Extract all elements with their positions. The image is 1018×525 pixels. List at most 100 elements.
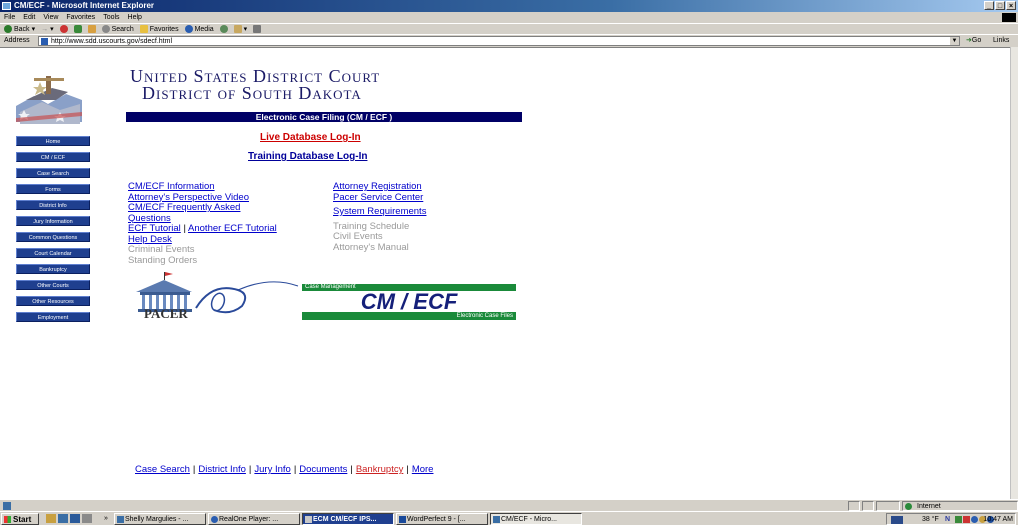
address-input[interactable]: http://www.sdd.uscourts.gov/sdecf.html ▼ (38, 36, 960, 46)
back-label: Back (14, 25, 30, 33)
task-label: ECM CM/ECF IPS... (313, 516, 377, 523)
pacer-logo[interactable]: PACER (130, 272, 300, 320)
sidebar-item-court-calendar[interactable]: Court Calendar (16, 248, 90, 258)
footer-more-link[interactable]: More (412, 464, 434, 475)
civil-events-text: Civil Events (333, 231, 383, 242)
forward-button[interactable]: → ▾ (41, 24, 54, 34)
favorites-button[interactable]: Favorites (139, 24, 179, 34)
mail-dropdown-icon[interactable]: ▾ (244, 24, 248, 35)
quicklaunch-overflow-icon[interactable]: » (104, 512, 108, 525)
minimize-button[interactable]: _ (984, 1, 994, 10)
sidebar-item-employment[interactable]: Employment (16, 312, 90, 322)
task-realone-icon (211, 516, 218, 523)
back-dropdown-icon[interactable]: ▾ (32, 24, 36, 35)
go-button[interactable]: ➜Go (966, 35, 981, 47)
mail-button[interactable]: ▾ (233, 24, 248, 35)
faq-link[interactable]: CM/ECF Frequently Asked Questions (128, 202, 277, 224)
menu-favorites[interactable]: Favorites (66, 12, 95, 23)
sidebar-item-forms[interactable]: Forms (16, 184, 90, 194)
window-title-bar[interactable]: CM/ECF - Microsoft Internet Explorer _ □… (0, 0, 1018, 12)
footer-jury-info-link[interactable]: Jury Info (254, 464, 290, 475)
refresh-icon (73, 25, 82, 33)
status-segment (862, 501, 874, 511)
task-ie-icon (493, 516, 500, 523)
quicklaunch-app-icon[interactable] (82, 514, 92, 523)
maximize-button[interactable]: □ (995, 1, 1005, 10)
tray-clock[interactable]: 10:47 AM (983, 514, 1013, 525)
live-database-login-link[interactable]: Live Database Log-In (260, 132, 361, 143)
start-button[interactable]: Start (1, 513, 39, 525)
menu-view[interactable]: View (43, 12, 58, 23)
sidebar-item-district-info[interactable]: District Info (16, 200, 90, 210)
forward-dropdown-icon[interactable]: ▾ (50, 24, 54, 35)
tray-check-icon[interactable] (955, 516, 962, 523)
media-button[interactable]: Media (184, 24, 214, 34)
sidebar-item-bankruptcy[interactable]: Bankruptcy (16, 264, 90, 274)
quicklaunch-outlook-icon[interactable] (70, 514, 80, 523)
favorites-icon (139, 25, 148, 33)
address-dropdown-icon[interactable]: ▼ (950, 37, 959, 45)
footer-separator: | (406, 464, 409, 475)
menu-file[interactable]: File (4, 12, 15, 23)
tray-n-icon[interactable]: N (945, 514, 950, 525)
task-button-realone-player[interactable]: RealOne Player: ... (208, 513, 300, 525)
close-button[interactable]: × (1006, 1, 1016, 10)
pacer-service-center-link[interactable]: Pacer Service Center (333, 192, 426, 204)
cmecf-information-link[interactable]: CM/ECF Information (128, 181, 277, 193)
quicklaunch-desktop-icon[interactable] (46, 514, 56, 523)
cmecf-logo[interactable]: Case Management CM / ECF Electronic Case… (302, 284, 516, 320)
footer-case-search-link[interactable]: Case Search (135, 464, 190, 475)
back-button[interactable]: Back ▾ (4, 24, 35, 34)
vertical-scrollbar[interactable] (1010, 47, 1018, 499)
media-icon (184, 25, 193, 33)
search-button[interactable]: Search (101, 24, 134, 34)
links-button[interactable]: Links (993, 35, 1009, 47)
tray-monitor-icon[interactable] (891, 516, 903, 524)
task-wordperfect-icon (399, 516, 406, 523)
task-button-cmecf-ie[interactable]: CM/ECF - Micro... (490, 513, 582, 525)
another-ecf-tutorial-link[interactable]: Another ECF Tutorial (188, 223, 277, 234)
task-button-shelly-margulies[interactable]: Shelly Margulies - ... (114, 513, 206, 525)
system-requirements-link[interactable]: System Requirements (333, 206, 426, 218)
quicklaunch-ie-icon[interactable] (58, 514, 68, 523)
task-button-wordperfect[interactable]: WordPerfect 9 - [... (396, 513, 488, 525)
sidebar-item-case-search[interactable]: Case Search (16, 168, 90, 178)
tray-network-icon[interactable] (971, 516, 978, 523)
menu-help[interactable]: Help (128, 12, 142, 23)
home-button[interactable] (87, 24, 96, 34)
security-zone: Internet (902, 501, 1018, 511)
ecf-tutorial-link[interactable]: ECF Tutorial (128, 223, 181, 234)
sidebar-item-jury-information[interactable]: Jury Information (16, 216, 90, 226)
page-viewport: United States District Court District of… (0, 47, 1010, 499)
sidebar-item-other-courts[interactable]: Other Courts (16, 280, 90, 290)
print-button[interactable] (253, 24, 262, 34)
footer-documents-link[interactable]: Documents (299, 464, 347, 475)
address-bar: Address http://www.sdd.uscourts.gov/sdec… (0, 34, 1018, 46)
court-seal-image (12, 70, 86, 130)
ecf-banner: Electronic Case Filing (CM / ECF ) (126, 112, 522, 122)
sidebar-item-home[interactable]: Home (16, 136, 90, 146)
task-button-ecm-cmecf-ips[interactable]: ECM CM/ECF IPS... (302, 513, 394, 525)
ie-icon (2, 2, 11, 10)
stop-button[interactable] (59, 24, 68, 34)
footer-bankruptcy-link[interactable]: Bankruptcy (356, 464, 404, 475)
sidebar-item-other-resources[interactable]: Other Resources (16, 296, 90, 306)
forward-arrow-icon: → (41, 25, 49, 33)
training-database-login-link[interactable]: Training Database Log-In (248, 151, 367, 162)
refresh-button[interactable] (73, 24, 82, 34)
cmecf-logo-main: CM / ECF (302, 291, 516, 313)
faq-link-line1: CM/ECF Frequently Asked (128, 202, 241, 213)
court-title: United States District Court District of… (130, 67, 380, 102)
sidebar-item-cmecf[interactable]: CM / ECF (16, 152, 90, 162)
search-label: Search (111, 25, 134, 33)
attorney-registration-link[interactable]: Attorney Registration (333, 181, 426, 193)
footer-district-info-link[interactable]: District Info (198, 464, 246, 475)
pacer-logo-text: PACER (144, 306, 188, 320)
history-button[interactable] (219, 24, 228, 34)
sidebar-item-common-questions[interactable]: Common Questions (16, 232, 90, 242)
tray-shield-icon[interactable] (963, 516, 970, 523)
menu-edit[interactable]: Edit (23, 12, 35, 23)
menu-tools[interactable]: Tools (103, 12, 119, 23)
status-segment (876, 501, 900, 511)
links-column-right: Attorney Registration Pacer Service Cent… (333, 181, 426, 253)
